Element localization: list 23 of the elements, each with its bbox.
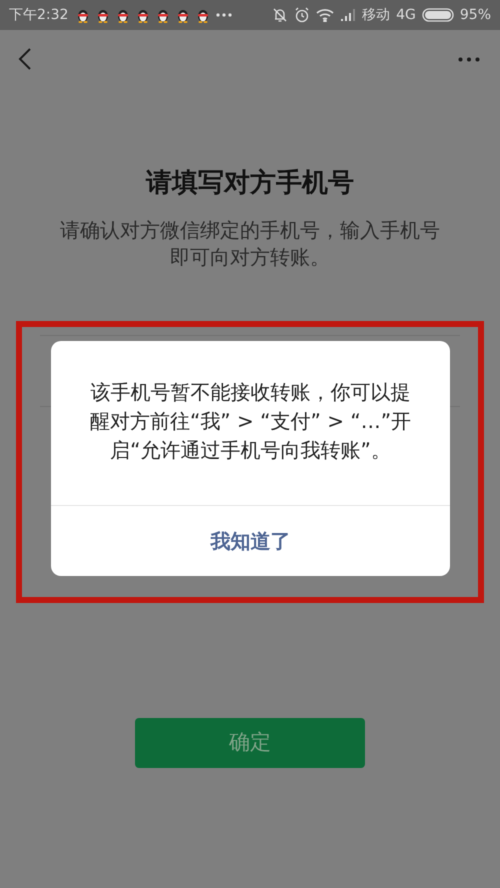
penguin-icon — [76, 7, 90, 23]
bell-off-icon — [272, 7, 288, 23]
battery-icon — [422, 8, 454, 22]
wifi-icon — [316, 8, 334, 22]
carrier-label: 移动 — [362, 6, 390, 24]
more-icon — [458, 56, 480, 62]
more-notifications-icon — [216, 13, 232, 17]
penguin-icon — [96, 7, 110, 23]
penguin-icon — [196, 7, 210, 23]
alarm-icon — [294, 7, 310, 23]
penguin-icon — [176, 7, 190, 23]
penguin-icon — [116, 7, 130, 23]
dialog-ok-button[interactable]: 我知道了 — [51, 505, 450, 576]
back-icon — [18, 47, 32, 71]
signal-icon — [340, 8, 356, 22]
page-title: 请填写对方手机号 — [144, 167, 355, 200]
penguin-icon — [136, 7, 150, 23]
page-subtitle: 请确认对方微信绑定的手机号，输入手机号即可向对方转账。 — [59, 217, 441, 271]
network-label: 4G — [396, 6, 416, 24]
battery-percent: 95% — [460, 6, 491, 24]
dialog-message: 该手机号暂不能接收转账，你可以提醒对方前往“我” > “支付” > “…”开启“允许通过手机号向我转账”。 — [88, 379, 412, 464]
status-time: 下午2:32 — [9, 6, 68, 24]
penguin-icon — [156, 7, 170, 23]
